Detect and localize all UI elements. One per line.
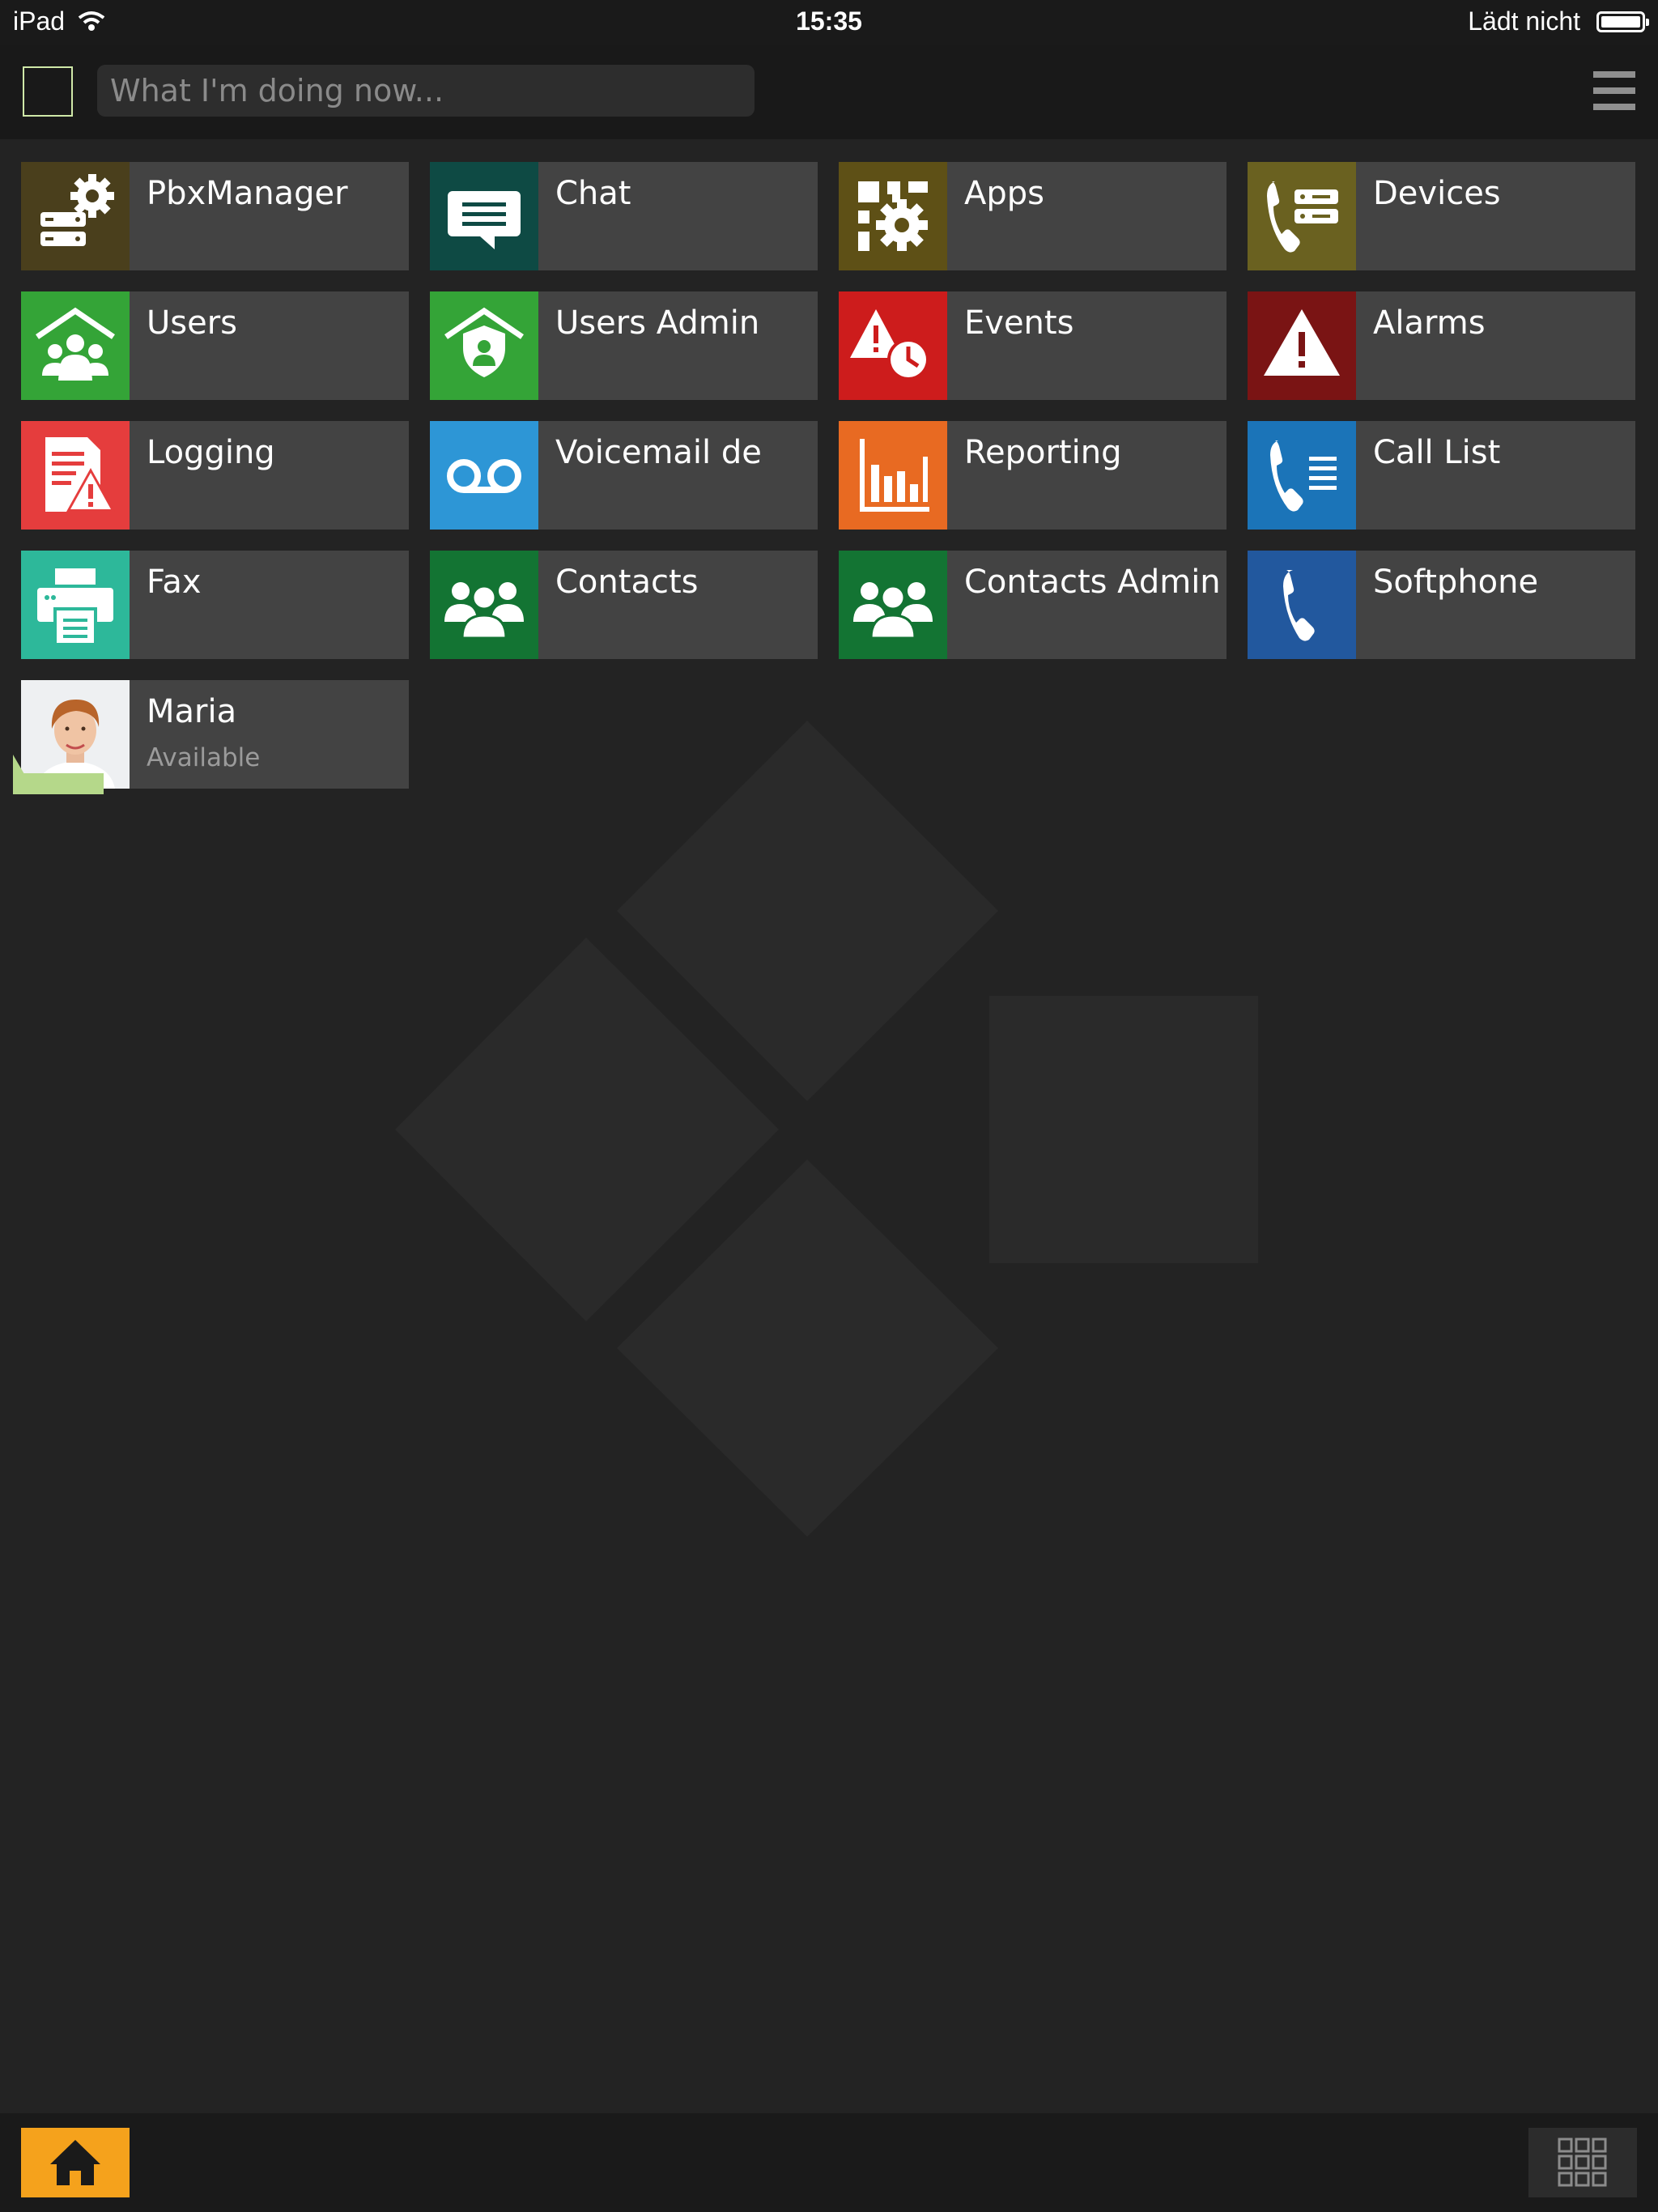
- home-icon: [50, 2140, 100, 2185]
- users-house-icon: [21, 291, 130, 400]
- app-tile-contacts[interactable]: Contacts: [430, 551, 818, 659]
- app-tile-label: Softphone: [1373, 564, 1539, 601]
- app-grid-button[interactable]: [1528, 2128, 1637, 2197]
- presence-bar: [13, 773, 104, 794]
- users-admin-shield-icon: [430, 291, 538, 400]
- app-tile-pbxmanager[interactable]: PbxManager: [21, 162, 409, 270]
- phone-devices-icon: [1248, 162, 1356, 270]
- app-tile-softphone[interactable]: Softphone: [1248, 551, 1635, 659]
- app-tile-apps[interactable]: Apps: [839, 162, 1226, 270]
- user-tile-maria[interactable]: Maria Available: [21, 680, 409, 789]
- app-tile-label: Voicemail de: [555, 434, 762, 471]
- app-tile-label: PbxManager: [147, 175, 348, 212]
- app-tile-chat[interactable]: Chat: [430, 162, 818, 270]
- app-tile-label: Logging: [147, 434, 275, 471]
- bottom-bar: [0, 2113, 1658, 2212]
- app-tile-label: Fax: [147, 564, 202, 601]
- app-tile-users-admin[interactable]: Users Admin: [430, 291, 818, 400]
- events-warning-clock-icon: [839, 291, 947, 400]
- hamburger-menu-icon[interactable]: [1593, 70, 1635, 112]
- voicemail-icon: [430, 421, 538, 530]
- logging-document-icon: [21, 421, 130, 530]
- contacts-admin-group-icon: [839, 551, 947, 659]
- app-tile-label: Users: [147, 304, 238, 342]
- battery-icon: [1596, 11, 1649, 32]
- home-button[interactable]: [21, 2128, 130, 2197]
- top-bar: [0, 45, 1658, 139]
- app-tile-label: Contacts: [555, 564, 699, 601]
- presence-bar-edge: [13, 755, 24, 774]
- chat-bubble-icon: [430, 162, 538, 270]
- user-name: Maria: [147, 693, 237, 730]
- app-tile-devices[interactable]: Devices: [1248, 162, 1635, 270]
- app-tile-logging[interactable]: Logging: [21, 421, 409, 530]
- clock-time: 15:35: [796, 6, 862, 36]
- call-list-icon: [1248, 421, 1356, 530]
- status-message-input[interactable]: [97, 65, 755, 117]
- presence-indicator[interactable]: [23, 66, 73, 117]
- app-tile-users[interactable]: Users: [21, 291, 409, 400]
- user-avatar-photo: [21, 680, 130, 789]
- app-tile-voicemail-de[interactable]: Voicemail de: [430, 421, 818, 530]
- user-presence-status: Available: [147, 743, 261, 772]
- app-tile-label: Apps: [964, 175, 1044, 212]
- app-tile-label: Chat: [555, 175, 631, 212]
- app-tile-label: Reporting: [964, 434, 1122, 471]
- battery-level: [1601, 16, 1640, 28]
- app-tile-label: Alarms: [1373, 304, 1486, 342]
- app-tile-fax[interactable]: Fax: [21, 551, 409, 659]
- apps-gear-icon: [839, 162, 947, 270]
- app-screen: iPad 15:35 Lädt nicht What I'm doing now…: [0, 0, 1658, 2212]
- bar-chart-icon: [839, 421, 947, 530]
- phone-handset-icon: [1248, 551, 1356, 659]
- fax-printer-icon: [21, 551, 130, 659]
- app-tile-call-list[interactable]: Call List: [1248, 421, 1635, 530]
- pbx-manager-icon: [21, 162, 130, 270]
- charging-status: Lädt nicht: [1468, 6, 1580, 36]
- app-tile-label: Devices: [1373, 175, 1501, 212]
- alarm-warning-icon: [1248, 291, 1356, 400]
- app-tile-alarms[interactable]: Alarms: [1248, 291, 1635, 400]
- app-tile-contacts-admin[interactable]: Contacts Admin: [839, 551, 1226, 659]
- app-tile-label: Contacts Admin: [964, 564, 1221, 601]
- ios-status-bar: iPad 15:35 Lädt nicht: [0, 0, 1658, 45]
- contacts-group-icon: [430, 551, 538, 659]
- app-tile-events[interactable]: Events: [839, 291, 1226, 400]
- app-tile-label: Events: [964, 304, 1074, 342]
- app-tile-label: Users Admin: [555, 304, 760, 342]
- app-grid-icon: [1558, 2138, 1607, 2187]
- app-tile-reporting[interactable]: Reporting: [839, 421, 1226, 530]
- app-tile-label: Call List: [1373, 434, 1501, 471]
